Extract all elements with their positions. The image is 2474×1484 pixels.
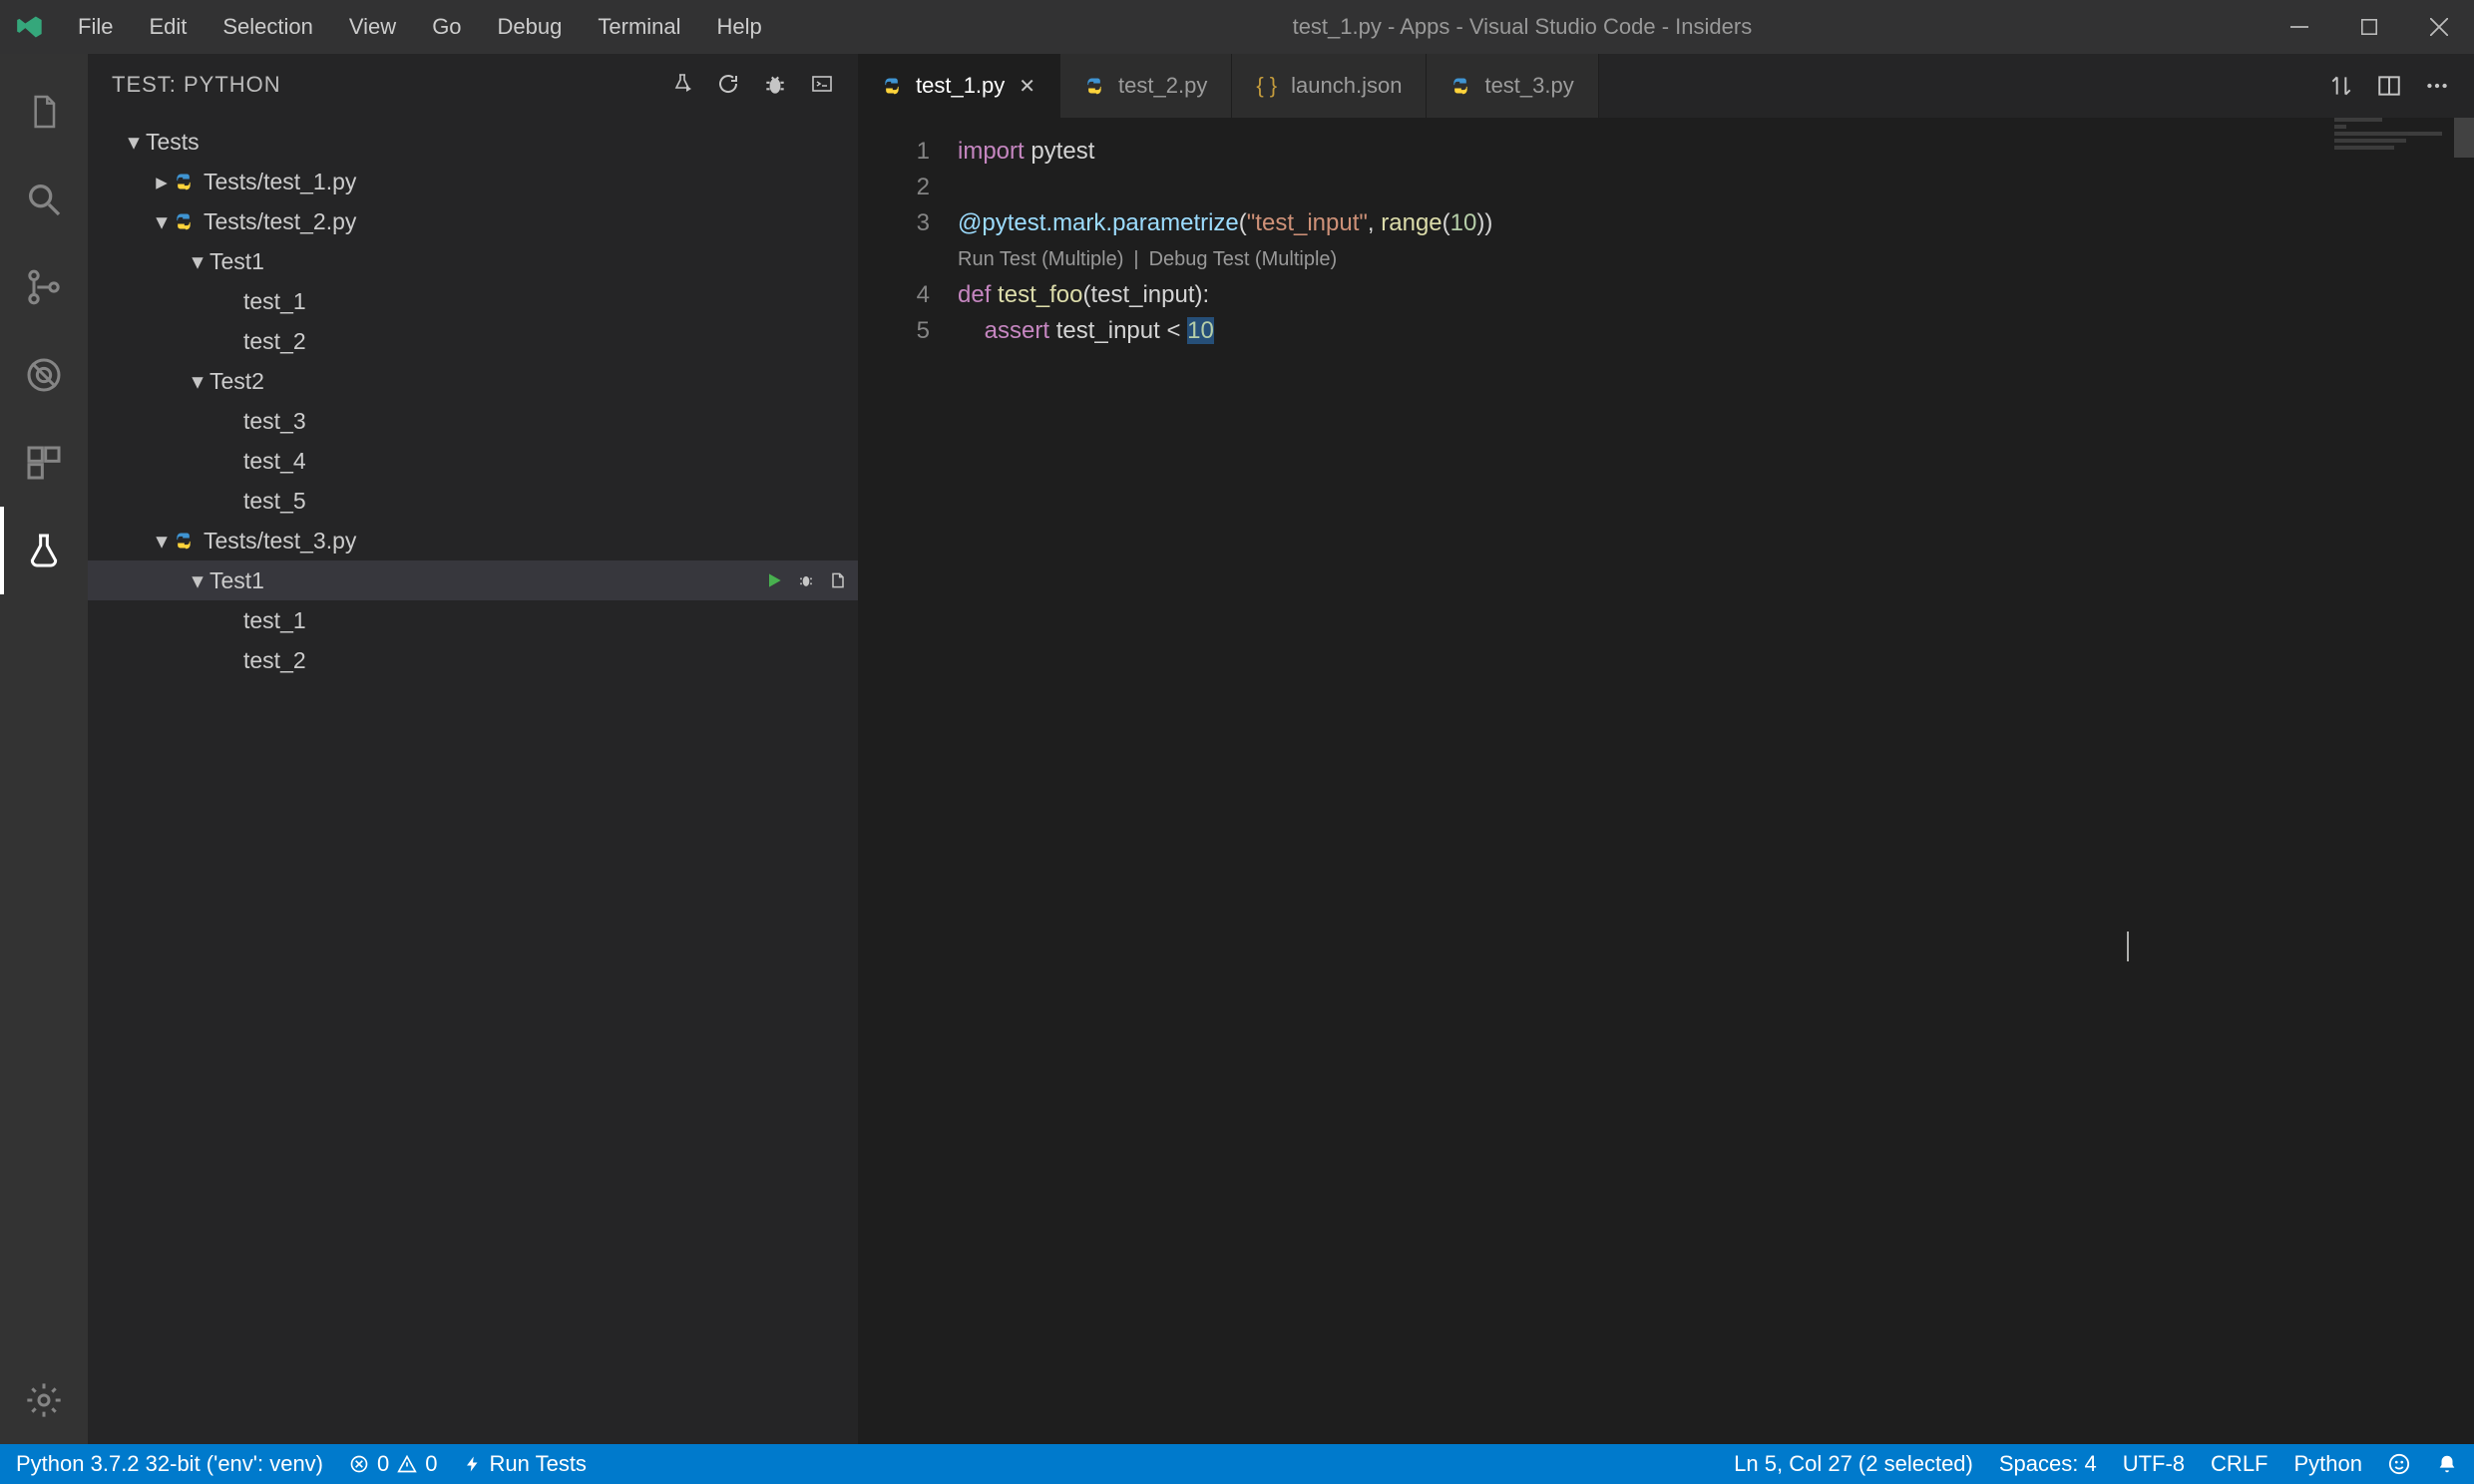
code-lens: Run Test (Multiple) | Debug Test (Multip…	[958, 241, 1492, 277]
tree-test[interactable]: test_3	[88, 401, 858, 441]
more-actions-icon[interactable]	[2424, 73, 2450, 99]
status-interpreter[interactable]: Python 3.7.2 32-bit ('env': venv)	[16, 1451, 323, 1477]
maximize-button[interactable]	[2334, 0, 2404, 54]
menu-view[interactable]: View	[331, 14, 414, 40]
tree-test[interactable]: test_1	[88, 600, 858, 640]
warning-icon	[397, 1454, 417, 1474]
tree-group[interactable]: ▾ Test1	[88, 241, 858, 281]
python-file-icon	[1450, 76, 1470, 96]
show-output-icon[interactable]	[810, 72, 834, 98]
tree-group[interactable]: ▾ Test2	[88, 361, 858, 401]
run-icon[interactable]	[764, 570, 784, 590]
codelens-run[interactable]: Run Test (Multiple)	[958, 241, 1123, 277]
status-run-tests[interactable]: Run Tests	[464, 1451, 587, 1477]
editor-tabs: test_1.py ✕ test_2.py { } launch.json te…	[858, 54, 2474, 118]
chevron-down-icon: ▾	[186, 248, 209, 275]
menu-edit[interactable]: Edit	[131, 14, 205, 40]
compare-changes-icon[interactable]	[2328, 73, 2354, 99]
menu-selection[interactable]: Selection	[205, 14, 331, 40]
menu-terminal[interactable]: Terminal	[580, 14, 698, 40]
lightning-icon	[464, 1455, 482, 1473]
tree-file[interactable]: ▾ Tests/test_2.py	[88, 201, 858, 241]
status-eol[interactable]: CRLF	[2211, 1451, 2268, 1477]
main-menu: File Edit Selection View Go Debug Termin…	[60, 14, 780, 40]
test-icon[interactable]	[0, 507, 88, 594]
status-bar: Python 3.7.2 32-bit ('env': venv) 0 0 Ru…	[0, 1444, 2474, 1484]
python-file-icon	[1084, 76, 1104, 96]
error-icon	[349, 1454, 369, 1474]
chevron-down-icon: ▾	[186, 368, 209, 395]
settings-gear-icon[interactable]	[0, 1356, 88, 1444]
tree-test[interactable]: test_2	[88, 640, 858, 680]
tab-test1[interactable]: test_1.py ✕	[858, 54, 1060, 118]
notifications-icon[interactable]	[2436, 1453, 2458, 1475]
chevron-right-icon: ▸	[150, 169, 174, 195]
source-control-icon[interactable]	[0, 243, 88, 331]
status-spaces[interactable]: Spaces: 4	[1999, 1451, 2097, 1477]
python-file-icon	[174, 531, 194, 551]
status-cursor[interactable]: Ln 5, Col 27 (2 selected)	[1734, 1451, 1973, 1477]
tab-test3[interactable]: test_3.py	[1427, 54, 1598, 118]
tree-group-selected[interactable]: ▾ Test1	[88, 560, 858, 600]
window-title: test_1.py - Apps - Visual Studio Code - …	[780, 14, 2265, 40]
tree-root[interactable]: ▾ Tests	[88, 122, 858, 162]
menu-go[interactable]: Go	[414, 14, 479, 40]
menu-file[interactable]: File	[60, 14, 131, 40]
chevron-down-icon: ▾	[150, 528, 174, 555]
json-file-icon: { }	[1256, 73, 1277, 99]
python-file-icon	[882, 76, 902, 96]
tree-file[interactable]: ▸ Tests/test_1.py	[88, 162, 858, 201]
codelens-debug[interactable]: Debug Test (Multiple)	[1149, 241, 1338, 277]
chevron-down-icon: ▾	[122, 129, 146, 156]
tree-test[interactable]: test_2	[88, 321, 858, 361]
text-cursor	[2127, 931, 2129, 961]
window-controls	[2265, 0, 2474, 54]
minimize-button[interactable]	[2265, 0, 2334, 54]
python-file-icon	[174, 211, 194, 231]
activity-bar	[0, 54, 88, 1444]
python-file-icon	[174, 172, 194, 191]
extensions-icon[interactable]	[0, 419, 88, 507]
tree-test[interactable]: test_1	[88, 281, 858, 321]
code-editor[interactable]: 1 2 3 4 5 import pytest @pytest.mark.par…	[858, 118, 2474, 1444]
status-encoding[interactable]: UTF-8	[2123, 1451, 2185, 1477]
test-sidebar: TEST: PYTHON ▾ Tests ▸ Tests/test_1.py ▾	[88, 54, 858, 1444]
tree-test[interactable]: test_4	[88, 441, 858, 481]
close-tab-icon[interactable]: ✕	[1019, 74, 1035, 99]
split-editor-icon[interactable]	[2376, 73, 2402, 99]
chevron-down-icon: ▾	[150, 208, 174, 235]
tab-test2[interactable]: test_2.py	[1060, 54, 1232, 118]
feedback-icon[interactable]	[2388, 1453, 2410, 1475]
line-gutter: 1 2 3 4 5	[858, 118, 958, 1444]
sidebar-title: TEST: PYTHON	[112, 72, 670, 98]
tree-test[interactable]: test_5	[88, 481, 858, 521]
editor-area: test_1.py ✕ test_2.py { } launch.json te…	[858, 54, 2474, 1444]
run-all-icon[interactable]	[670, 72, 694, 98]
editor-scrollbar[interactable]	[2454, 118, 2474, 158]
code-content[interactable]: import pytest @pytest.mark.parametrize("…	[958, 118, 1492, 1444]
menu-debug[interactable]: Debug	[480, 14, 581, 40]
tab-launch-json[interactable]: { } launch.json	[1232, 54, 1427, 118]
refresh-icon[interactable]	[716, 72, 740, 98]
title-bar: File Edit Selection View Go Debug Termin…	[0, 0, 2474, 54]
tree-file[interactable]: ▾ Tests/test_3.py	[88, 521, 858, 560]
debug-icon[interactable]	[796, 570, 816, 590]
vscode-insiders-icon	[0, 13, 60, 41]
debug-all-icon[interactable]	[762, 72, 788, 98]
status-language[interactable]: Python	[2294, 1451, 2363, 1477]
search-icon[interactable]	[0, 156, 88, 243]
open-file-icon[interactable]	[828, 570, 848, 590]
close-button[interactable]	[2404, 0, 2474, 54]
test-tree: ▾ Tests ▸ Tests/test_1.py ▾ Tests/test_2…	[88, 116, 858, 680]
debug-icon[interactable]	[0, 331, 88, 419]
status-problems[interactable]: 0 0	[349, 1451, 438, 1477]
explorer-icon[interactable]	[0, 68, 88, 156]
menu-help[interactable]: Help	[699, 14, 780, 40]
chevron-down-icon: ▾	[186, 567, 209, 594]
minimap[interactable]	[2334, 118, 2454, 178]
